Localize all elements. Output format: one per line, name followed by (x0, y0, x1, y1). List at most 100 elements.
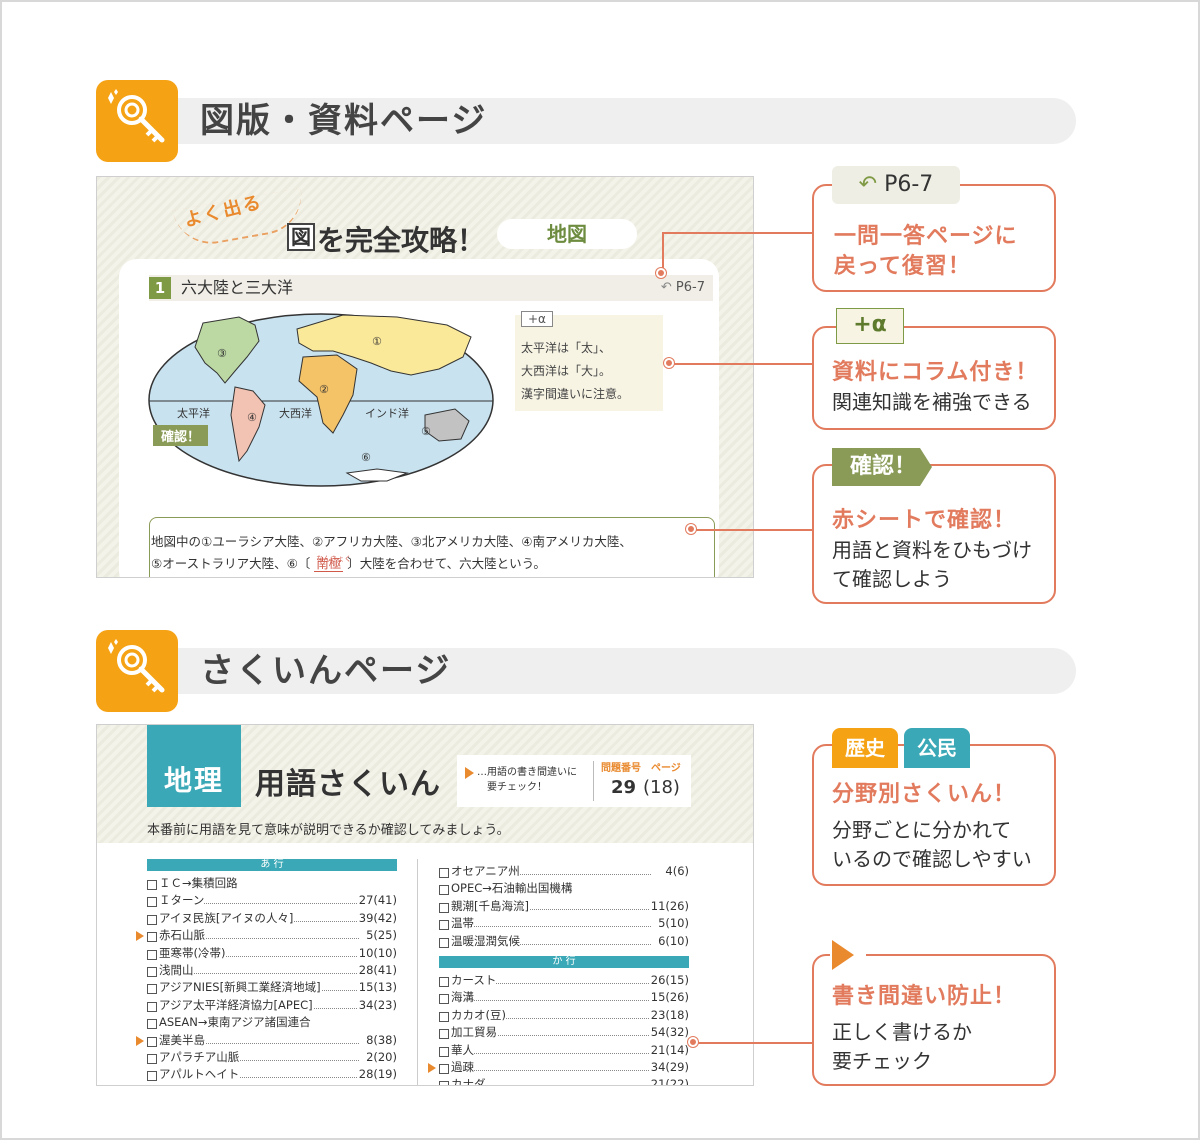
kanzen-title: を完全攻略！ (317, 224, 486, 257)
column-head-ka: か 行 (439, 955, 689, 968)
index-title: 用語さくいん (255, 767, 441, 802)
index-page-number: 28(41) (356, 961, 397, 980)
index-row: アパラチア山脈 2(20) (147, 1048, 397, 1067)
index-row: カースト 26(15) (439, 971, 689, 990)
index-column-1: あ 行 ＩＣ→集積回路 Ｉターン 27(41) アイヌ民族[アイヌの人々] 39(42)… (136, 859, 397, 1084)
index-row: カカオ(豆) 23(18) (439, 1006, 689, 1025)
plus-alpha-box: +α 太平洋は「太」、 大西洋は「大」。 漢字間違いに注意。 (515, 311, 663, 411)
key-icon (96, 80, 178, 162)
connector-1h (662, 232, 812, 234)
index-row: Ｉターン 27(41) (147, 892, 397, 910)
index-page-number: 26(15) (648, 971, 689, 990)
heading-number: 1 (149, 277, 171, 299)
callout-kakimachigai-head: 書き間違い防止！ (832, 984, 1017, 1009)
label-6: ⑥ (361, 451, 371, 464)
zu-box: 図 (287, 223, 315, 251)
index-term: 海溝 (439, 989, 474, 1007)
index-page-number: 34(23) (356, 996, 397, 1015)
index-term: 浅間山 (147, 961, 194, 980)
index-row: 温帯 5(10) (439, 915, 689, 933)
index-term: 親潮[千島海流] (439, 897, 529, 916)
index-page-number: 10(10) (356, 944, 397, 962)
index-row: 海溝 15(26) (439, 989, 689, 1007)
index-term: アイヌ民族[アイヌの人々] (147, 909, 294, 928)
index-page-number: 15(26) (648, 989, 689, 1007)
callout-kakimachigai-text1: 正しく書けるか (832, 1020, 972, 1044)
label-1: ① (372, 335, 382, 348)
kakunin-text-1: 地図中の①ユーラシア大陸、②アフリカ大陸、③北アメリカ大陸、④南アメリカ大陸、 (151, 534, 632, 549)
callout-redsheet-text1: 用語と資料をひもづけ (832, 538, 1032, 562)
connector-dot-5 (688, 1037, 698, 1047)
section-title: さくいんページ (200, 651, 452, 691)
ocean-indian: インド洋 (365, 406, 409, 420)
callout-redsheet-label: 確認！ (832, 448, 932, 486)
connector-1v (662, 232, 664, 272)
index-term: カカオ(豆) (439, 1006, 506, 1025)
index-page-number: 4(6) (663, 863, 689, 881)
index-term: 温帯 (439, 915, 474, 933)
column-head-a: あ 行 (147, 859, 397, 871)
index-term: アジアNIES[新興工業経済地域] (147, 979, 321, 997)
index-term: 温暖湿潤気候 (439, 932, 520, 950)
index-term: 赤石山脈 (147, 927, 205, 945)
section-title: 図版・資料ページ (200, 101, 488, 141)
index-term: ASEAN→東南アジア諸国連合 (147, 1014, 311, 1032)
index-page-number: 21(14) (648, 1041, 689, 1059)
index-term: 亜寒帯(冷帯) (147, 944, 226, 962)
connector-2 (670, 363, 812, 365)
callout-review-head1: 一問一答ページに (834, 224, 1018, 249)
index-intro: 本番前に用語を見て意味が説明できるか確認してみましょう。 (147, 823, 510, 838)
index-row: アジアNIES[新興工業経済地域] 15(13) (147, 979, 397, 997)
index-term: カースト (439, 971, 497, 990)
index-row: ＩＣ→集積回路 (147, 875, 397, 893)
page-ref: ↶ P6-7 (660, 280, 705, 295)
index-page-number: 2(20) (364, 1048, 397, 1067)
card-title: 六大陸と三大洋 (181, 278, 294, 297)
map-page-sample: よく出る 図 を完全攻略！ 地図 1 六大陸と三大洋 ↶ P6-7 ① ② ③ (96, 176, 754, 578)
index-row: 赤石山脈 5(25) (136, 927, 397, 945)
index-page-number: 54(32) (648, 1024, 689, 1042)
callout-redsheet-head: 赤シートで確認！ (832, 508, 1017, 533)
index-row: オセアニア州 4(6) (439, 863, 689, 881)
index-page-number: 5(25) (364, 927, 397, 945)
index-page-number: 5(10) (656, 915, 689, 933)
callout-review-head2: 戻って復習！ (834, 254, 971, 279)
index-column-2: オセアニア州 4(6) OPEC→石油輸出国機構 親潮[千島海流] 11(26) 温帯 5(… (428, 863, 689, 1085)
return-arrow-icon: ↶ (660, 280, 676, 295)
index-page-number: 6(10) (656, 932, 689, 950)
index-term: 過疎 (439, 1058, 474, 1077)
label-5: ⑤ (421, 425, 431, 438)
key-icon (96, 630, 178, 712)
label-3: ③ (217, 347, 227, 360)
return-arrow-icon: ↶ (858, 172, 885, 197)
check-legend: …用語の書き間違いに 要チェック！ 問題番号 ページ 29 (18) (457, 755, 691, 807)
callout-redsheet-text2: て確認しよう (832, 567, 952, 591)
index-term: オセアニア州 (439, 863, 520, 881)
callout-kakimachigai-text2: 要チェック (832, 1049, 932, 1073)
callout-review-label: ↶ P6-7 (832, 166, 960, 204)
index-row: 温暖湿潤気候 6(10) (439, 932, 689, 950)
index-row: 浅間山 28(41) (147, 961, 397, 980)
plus-alpha-tag: +α (521, 311, 553, 327)
index-term: 渥美半島 (147, 1031, 205, 1049)
kakunin-text-2: ⑤オーストラリア大陸、⑥〔 なんきょく 南極 〕大陸を合わせて、六大陸という。 (151, 555, 546, 572)
connector-dot-3 (686, 524, 696, 534)
index-row: 過疎 34(29) (428, 1058, 689, 1077)
index-page-sample: 地理 用語さくいん …用語の書き間違いに 要チェック！ 問題番号 ページ 29 … (96, 724, 754, 1086)
index-row: 親潮[千島海流] 11(26) (439, 897, 689, 916)
index-term: アパラチア山脈 (147, 1048, 240, 1067)
column-divider (417, 859, 418, 1085)
index-page-number: 15(13) (356, 979, 397, 997)
section-header-sakuin: さくいんページ (96, 630, 1076, 712)
index-row: ASEAN→東南アジア諸国連合 (147, 1014, 397, 1032)
callout-column-text: 関連知識を補強できる (832, 390, 1032, 414)
callout-bunya-text1: 分野ごとに分かれて (832, 818, 1012, 842)
index-term: 加工貿易 (439, 1024, 497, 1042)
ocean-atlantic: 大西洋 (279, 406, 312, 420)
index-page-number: 23(18) (648, 1006, 689, 1025)
section-header-zuhan: 図版・資料ページ (96, 80, 1076, 162)
index-row: 亜寒帯(冷帯) 10(10) (147, 944, 397, 962)
index-term: アパルトヘイト (147, 1066, 240, 1084)
index-row: OPEC→石油輸出国機構 (439, 880, 689, 898)
index-page-number: 21(22) (648, 1076, 689, 1085)
